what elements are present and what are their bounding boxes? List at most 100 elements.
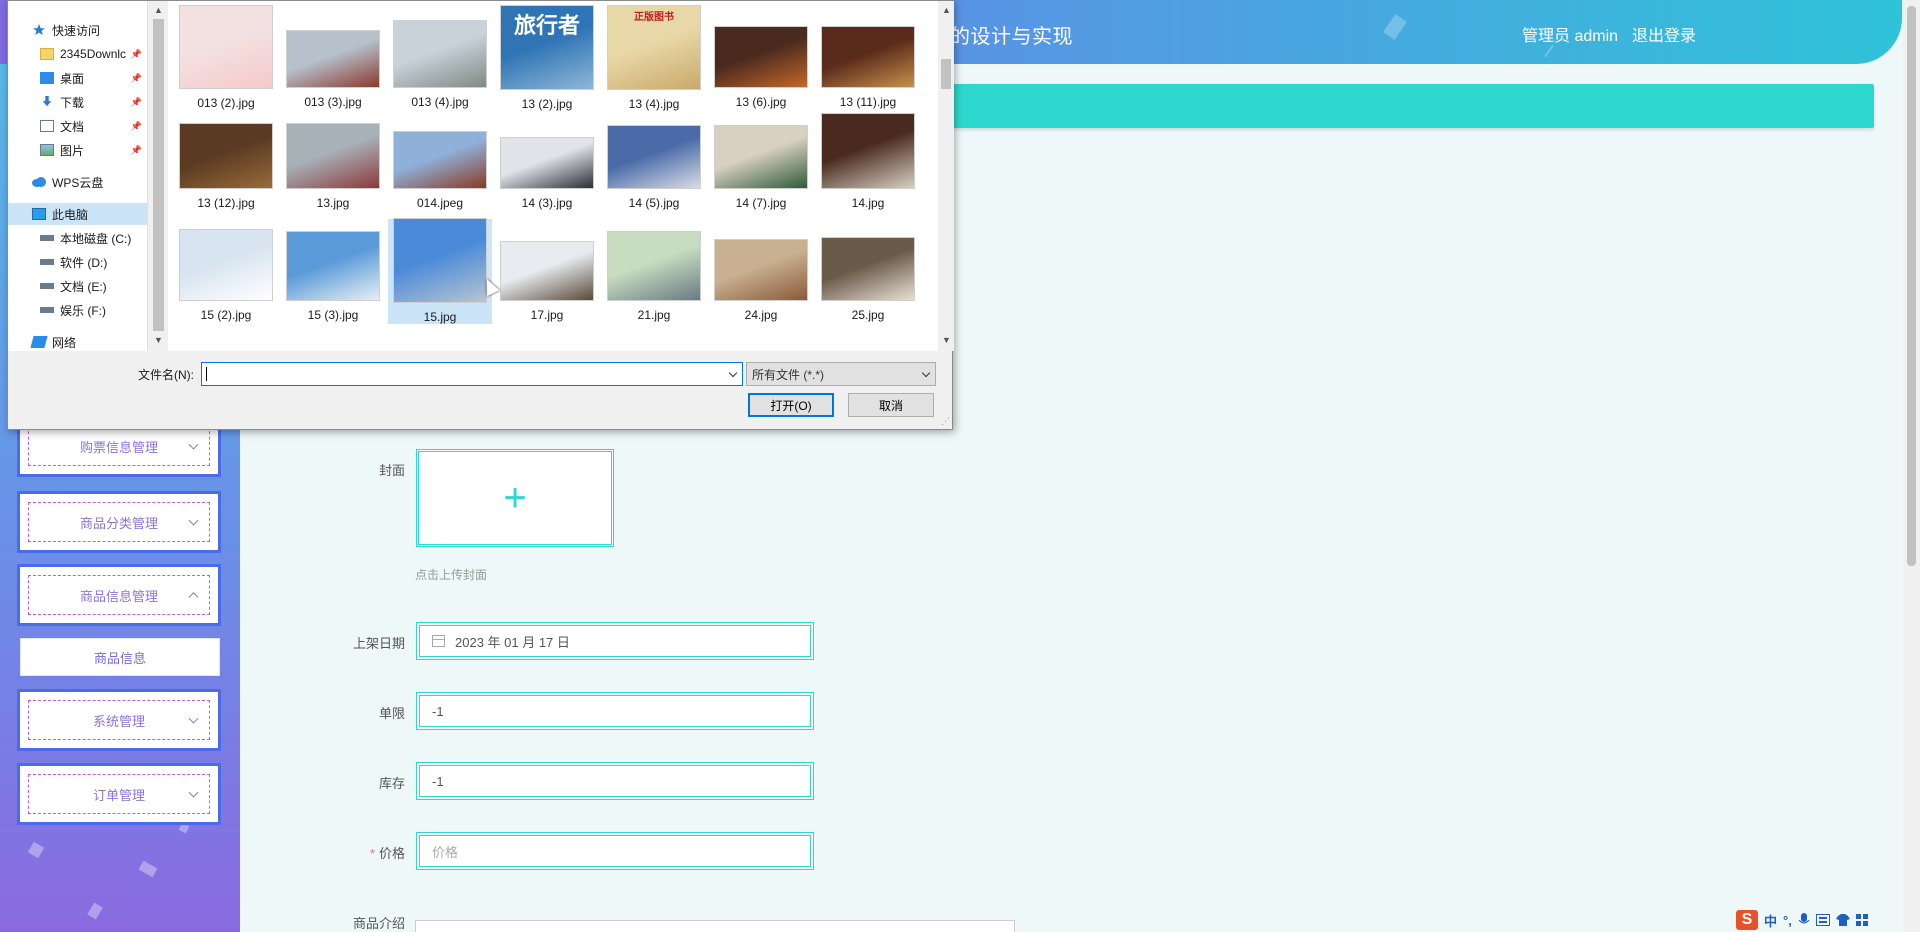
nav-downloads-folder[interactable]: 2345Downlc 📌 [8, 43, 147, 65]
nav-drive-c[interactable]: 本地磁盘 (C:) [8, 227, 147, 249]
file-item[interactable]: 13 (6).jpg [709, 6, 813, 111]
file-name: 24.jpg [744, 308, 778, 322]
sidebar-decoration [138, 860, 158, 878]
scrollbar-thumb[interactable] [1907, 6, 1916, 566]
date-picker[interactable]: 2023 年 01 月 17 日 [416, 622, 814, 660]
file-item[interactable]: 14 (5).jpg [602, 107, 706, 212]
menu-label: 系统管理 [28, 700, 210, 740]
filename-input[interactable] [201, 362, 743, 386]
ime-toolbar: S 中 °, [1732, 908, 1920, 932]
nav-this-pc[interactable]: 此电脑 [8, 203, 147, 225]
stock-label: 库存 [378, 776, 405, 791]
file-item[interactable]: 15 (3).jpg [281, 219, 385, 324]
file-item[interactable]: 013 (2).jpg [174, 6, 278, 111]
desktop-icon [40, 72, 54, 84]
file-name: 15 (2).jpg [200, 308, 252, 322]
file-item[interactable]: 21.jpg [602, 219, 706, 324]
nav-drive-f[interactable]: 娱乐 (F:) [8, 299, 147, 321]
file-item[interactable]: 25.jpg [816, 219, 920, 324]
nav-drive-d[interactable]: 软件 (D:) [8, 251, 147, 273]
open-button[interactable]: 打开(O) [748, 393, 834, 417]
ime-punct[interactable]: °, [1783, 913, 1792, 928]
document-icon [40, 120, 54, 132]
logout-link[interactable]: 退出登录 [1632, 22, 1696, 46]
file-name: 14 (3).jpg [521, 196, 573, 210]
nav-drive-e[interactable]: 文档 (E:) [8, 275, 147, 297]
cover-upload[interactable]: + [416, 449, 614, 547]
thumbnail-overlay-text: 正版图书 [634, 12, 674, 23]
nav-wps-cloud[interactable]: WPS云盘 [8, 171, 147, 193]
file-item[interactable]: 14.jpg [816, 107, 920, 212]
file-name: 15 (3).jpg [307, 308, 359, 322]
nav-desktop[interactable]: 桌面 📌 [8, 67, 147, 89]
header-decoration [1544, 44, 1554, 58]
nav-quick-access[interactable]: 快速访问 [8, 19, 147, 41]
nav-scrollbar[interactable]: ▲ ▼ [150, 1, 167, 351]
file-item[interactable]: 17.jpg [495, 219, 599, 324]
drive-icon [40, 259, 54, 265]
scrollbar-thumb[interactable] [153, 19, 164, 331]
chevron-down-icon [921, 368, 931, 378]
toolbox-icon[interactable] [1855, 914, 1868, 926]
nav-documents[interactable]: 文档 📌 [8, 115, 147, 137]
file-item[interactable]: 15.jpg [388, 219, 492, 324]
file-item[interactable]: 013 (3).jpg [281, 6, 385, 111]
star-icon [33, 24, 45, 36]
nav-pictures[interactable]: 图片 📌 [8, 139, 147, 161]
file-item[interactable]: 13 (11).jpg [816, 6, 920, 111]
submenu-product-info[interactable]: 商品信息 [20, 638, 220, 676]
stock-input[interactable]: -1 [416, 762, 814, 800]
page-scrollbar[interactable] [1903, 0, 1920, 932]
chevron-down-icon [188, 713, 199, 724]
file-item[interactable]: 15 (2).jpg [174, 219, 278, 324]
file-item[interactable]: 旅行者 13 (2).jpg [495, 6, 599, 111]
sidebar-decoration [178, 822, 190, 834]
breadcrumb-bar [950, 84, 1874, 128]
keyboard-icon[interactable] [1815, 914, 1830, 926]
resize-grip-icon[interactable]: ⋰ [941, 416, 950, 427]
scroll-up-icon[interactable]: ▲ [154, 5, 163, 15]
file-item[interactable]: 正版图书 13 (4).jpg [602, 6, 706, 111]
files-scrollbar[interactable]: ▲ ▼ [938, 1, 954, 351]
image-thumbnail [287, 31, 379, 87]
menu-product-info[interactable]: 商品信息管理 [17, 564, 221, 626]
file-item[interactable]: 24.jpg [709, 219, 813, 324]
image-thumbnail [822, 114, 914, 188]
file-item[interactable]: 14 (7).jpg [709, 107, 813, 212]
menu-label: 商品信息管理 [28, 575, 210, 615]
file-item[interactable]: 14 (3).jpg [495, 107, 599, 212]
scroll-down-icon[interactable]: ▼ [154, 335, 163, 345]
menu-system[interactable]: 系统管理 [17, 689, 221, 751]
cancel-button[interactable]: 取消 [848, 393, 934, 417]
date-label: 上架日期 [352, 636, 405, 651]
scroll-up-icon[interactable]: ▲ [942, 5, 951, 15]
scrollbar-thumb[interactable] [941, 59, 951, 89]
image-thumbnail [501, 242, 593, 300]
scroll-down-icon[interactable]: ▼ [942, 335, 951, 345]
file-item[interactable]: 014.jpeg [388, 107, 492, 212]
limit-input[interactable]: -1 [416, 692, 814, 730]
file-name: 14.jpg [851, 196, 885, 210]
microphone-icon[interactable] [1798, 913, 1810, 927]
image-thumbnail [180, 6, 272, 88]
ime-mode[interactable]: 中 [1764, 911, 1777, 930]
file-item[interactable]: 013 (4).jpg [388, 6, 492, 111]
skin-shirt-icon[interactable] [1835, 914, 1850, 926]
nav-download[interactable]: 下载 📌 [8, 91, 147, 113]
calendar-icon [432, 635, 445, 647]
chevron-down-icon [188, 515, 199, 526]
sidebar-decoration [87, 902, 103, 920]
price-input[interactable]: 价格 [416, 832, 814, 870]
filetype-select[interactable]: 所有文件 (*.*) [746, 362, 936, 386]
download-icon [42, 96, 52, 107]
nav-network[interactable]: 网络 [8, 331, 147, 351]
image-thumbnail [180, 230, 272, 300]
plus-icon: + [503, 475, 527, 520]
menu-product-category[interactable]: 商品分类管理 [17, 491, 221, 553]
chevron-down-icon[interactable] [728, 368, 738, 378]
file-item[interactable]: 13 (12).jpg [174, 107, 278, 212]
file-item[interactable]: 13.jpg [281, 107, 385, 212]
sogou-logo-icon[interactable]: S [1736, 910, 1758, 930]
intro-editor[interactable] [415, 920, 1015, 932]
menu-orders[interactable]: 订单管理 [17, 763, 221, 825]
